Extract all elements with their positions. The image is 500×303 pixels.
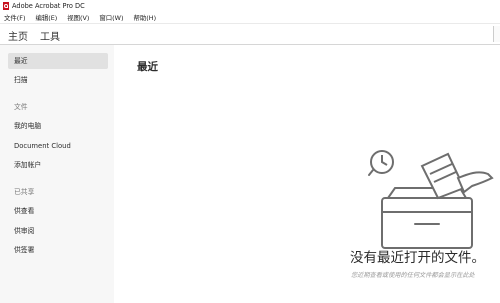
page-title: 最近 xyxy=(137,61,158,73)
acrobat-logo-icon xyxy=(3,1,9,10)
sidebar-item-for-review[interactable]: 供审阅 xyxy=(8,223,108,239)
file-tray-icon xyxy=(381,187,473,249)
sidebar-item-scan[interactable]: 扫描 xyxy=(8,72,108,88)
empty-state-title: 没有最近打开的文件。 xyxy=(350,250,485,266)
sidebar-item-for-sign[interactable]: 供签署 xyxy=(8,242,108,258)
menu-file[interactable]: 文件(F) xyxy=(4,13,25,22)
sidebar-item-recent[interactable]: 最近 xyxy=(8,53,108,69)
menu-edit[interactable]: 编辑(E) xyxy=(35,13,57,22)
sidebar: 最近 扫描 文件 我的电脑 Document Cloud 添加帐户 已共享 供查… xyxy=(0,45,114,303)
sidebar-header-shared: 已共享 xyxy=(14,188,35,196)
title-bar: Adobe Acrobat Pro DC xyxy=(0,0,500,11)
empty-state-illustration xyxy=(368,150,494,249)
empty-state-subtitle: 您近期查看或使用的任何文件都会显示在此处 xyxy=(351,272,475,279)
clock-icon xyxy=(368,150,394,176)
tab-tools[interactable]: 工具 xyxy=(40,28,60,46)
sidebar-item-add-account[interactable]: 添加帐户 xyxy=(8,157,108,173)
tab-bar: 主页 工具 xyxy=(0,24,500,48)
hand-icon xyxy=(456,171,494,194)
sidebar-item-my-computer[interactable]: 我的电脑 xyxy=(8,118,108,134)
menu-bar: 文件(F) 编辑(E) 视图(V) 窗口(W) 帮助(H) xyxy=(0,11,500,24)
menu-window[interactable]: 窗口(W) xyxy=(99,13,123,22)
sidebar-item-document-cloud[interactable]: Document Cloud xyxy=(8,138,108,154)
window-title: Adobe Acrobat Pro DC xyxy=(12,1,85,10)
menu-view[interactable]: 视图(V) xyxy=(67,13,89,22)
sidebar-item-for-view[interactable]: 供查看 xyxy=(8,203,108,219)
scroll-edge xyxy=(493,26,500,42)
sidebar-header-files: 文件 xyxy=(14,103,28,111)
menu-help[interactable]: 帮助(H) xyxy=(134,13,157,22)
